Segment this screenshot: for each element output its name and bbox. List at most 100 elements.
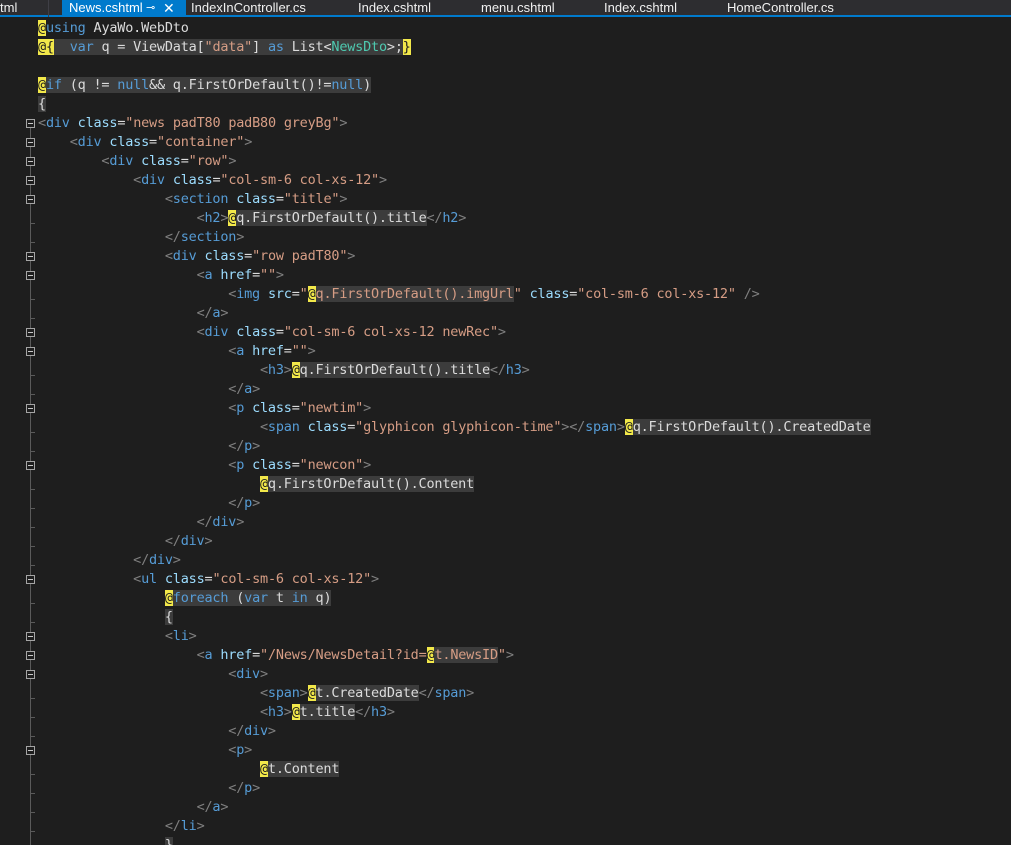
code-line[interactable]: </div>: [38, 551, 181, 570]
collapse-icon[interactable]: [26, 404, 35, 413]
tab-label: tml: [0, 0, 18, 15]
collapse-icon[interactable]: [26, 176, 35, 185]
collapse-icon[interactable]: [26, 651, 35, 660]
code-line[interactable]: }: [38, 836, 173, 845]
outlining-tick: [30, 698, 35, 699]
collapse-icon[interactable]: [26, 670, 35, 679]
code-line[interactable]: <li>: [38, 627, 197, 646]
code-line[interactable]: @t.Content: [38, 760, 339, 779]
code-line[interactable]: <section class="title">: [38, 190, 348, 209]
outlining-tick: [30, 622, 35, 623]
outlining-tick: [30, 793, 35, 794]
outlining-tick: [30, 299, 35, 300]
code-line[interactable]: <div class="col-sm-6 col-xs-12">: [38, 171, 387, 190]
tab-index-cshtml[interactable]: Index.cshtml: [358, 0, 458, 17]
outlining-tick: [30, 603, 35, 604]
code-line[interactable]: </section>: [38, 228, 244, 247]
code-line[interactable]: <h2>@q.FirstOrDefault().title</h2>: [38, 209, 466, 228]
code-line[interactable]: <p class="newcon">: [38, 456, 371, 475]
tab-label: HomeController.cs: [727, 0, 834, 15]
code-line[interactable]: @q.FirstOrDefault().Content: [38, 475, 474, 494]
code-line[interactable]: <span>@t.CreatedDate</span>: [38, 684, 474, 703]
tab-label: News.cshtml: [69, 0, 143, 15]
pin-icon[interactable]: ⊸: [146, 0, 155, 16]
tab-menu-cshtml[interactable]: menu.cshtml: [481, 0, 581, 17]
code-line[interactable]: </a>: [38, 380, 260, 399]
outlining-tick: [30, 489, 35, 490]
code-line[interactable]: </a>: [38, 798, 229, 817]
code-line[interactable]: <div class="col-sm-6 col-xs-12 newRec">: [38, 323, 506, 342]
collapse-icon[interactable]: [26, 271, 35, 280]
code-line[interactable]: <a href="">: [38, 342, 315, 361]
outlining-tick: [30, 717, 35, 718]
code-line[interactable]: </div>: [38, 532, 213, 551]
collapse-icon[interactable]: [26, 138, 35, 147]
code-line[interactable]: </p>: [38, 494, 260, 513]
code-line[interactable]: </a>: [38, 304, 229, 323]
outlining-tick: [30, 242, 35, 243]
outlining-tick: [30, 451, 35, 452]
collapse-icon[interactable]: [26, 195, 35, 204]
collapse-icon[interactable]: [26, 347, 35, 356]
outlining-tick: [30, 736, 35, 737]
code-line[interactable]: <span class="glyphicon glyphicon-time"><…: [38, 418, 871, 437]
code-line[interactable]: @using AyaWo.WebDto: [38, 19, 189, 38]
close-icon[interactable]: ✕: [163, 0, 175, 16]
code-line[interactable]: @{ var q = ViewData["data"] as List<News…: [38, 38, 411, 57]
code-line[interactable]: <div class="container">: [38, 133, 253, 152]
outlining-tick: [30, 375, 35, 376]
code-line[interactable]: </div>: [38, 722, 276, 741]
tab-homecontroller-cs[interactable]: HomeController.cs: [727, 0, 867, 17]
collapse-icon[interactable]: [26, 119, 35, 128]
collapse-icon[interactable]: [26, 575, 35, 584]
code-line[interactable]: @if (q != null&& q.FirstOrDefault()!=nul…: [38, 76, 371, 95]
code-line[interactable]: {: [38, 608, 173, 627]
collapse-icon[interactable]: [26, 632, 35, 641]
tab-index-cshtml-2[interactable]: Index.cshtml: [604, 0, 704, 17]
collapse-icon[interactable]: [26, 328, 35, 337]
outlining-tick: [30, 394, 35, 395]
code-line[interactable]: <h3>@t.title</h3>: [38, 703, 395, 722]
tab-label: Index.cshtml: [604, 0, 677, 15]
code-line[interactable]: <div>: [38, 665, 268, 684]
collapse-icon[interactable]: [26, 252, 35, 261]
code-line[interactable]: </div>: [38, 513, 245, 532]
collapse-icon[interactable]: [26, 461, 35, 470]
code-line[interactable]: <a href="">: [38, 266, 284, 285]
code-line[interactable]: <a href="/News/NewsDetail?id=@t.NewsID">: [38, 646, 514, 665]
collapse-icon[interactable]: [26, 746, 35, 755]
outlining-tick: [30, 565, 35, 566]
tab-label: IndexInController.cs: [191, 0, 306, 15]
tab-label: Index.cshtml: [358, 0, 431, 15]
outlining-tick: [30, 508, 35, 509]
code-line[interactable]: <div class="row">: [38, 152, 236, 171]
code-line[interactable]: <p>: [38, 741, 252, 760]
code-line[interactable]: {: [38, 95, 46, 114]
code-line[interactable]: <h3>@q.FirstOrDefault().title</h3>: [38, 361, 530, 380]
code-line[interactable]: </li>: [38, 817, 205, 836]
tab-indexincontroller-cs[interactable]: IndexInController.cs: [191, 0, 341, 17]
code-line[interactable]: </p>: [38, 779, 260, 798]
outlining-tick: [30, 546, 35, 547]
code-line[interactable]: @foreach (var t in q): [38, 589, 332, 608]
outlining-tick: [30, 812, 35, 813]
code-line[interactable]: </p>: [38, 437, 260, 456]
code-line[interactable]: <img src="@q.FirstOrDefault().imgUrl" cl…: [38, 285, 760, 304]
code-editor[interactable]: @using AyaWo.WebDto @{ var q = ViewData["…: [0, 17, 1011, 845]
code-line[interactable]: <div class="row padT80">: [38, 247, 356, 266]
code-line[interactable]: <div class="news padT80 padB80 greyBg">: [38, 114, 347, 133]
outlining-tick: [30, 223, 35, 224]
collapse-icon[interactable]: [26, 157, 35, 166]
tab-previous-cshtml[interactable]: tml: [0, 0, 40, 17]
code-line[interactable]: <ul class="col-sm-6 col-xs-12">: [38, 570, 379, 589]
outlining-tick: [30, 527, 35, 528]
indicator-margin: [0, 17, 22, 845]
outlining-tick: [30, 774, 35, 775]
outlining-tick: [30, 318, 35, 319]
tab-news-cshtml[interactable]: News.cshtml ⊸ ✕: [62, 0, 186, 17]
outlining-tick: [30, 831, 35, 832]
outlining-tick: [30, 432, 35, 433]
outlining-guide: [30, 128, 31, 845]
code-line[interactable]: <p class="newtim">: [38, 399, 371, 418]
document-tab-strip: tml News.cshtml ⊸ ✕ IndexInController.cs…: [0, 0, 1011, 17]
